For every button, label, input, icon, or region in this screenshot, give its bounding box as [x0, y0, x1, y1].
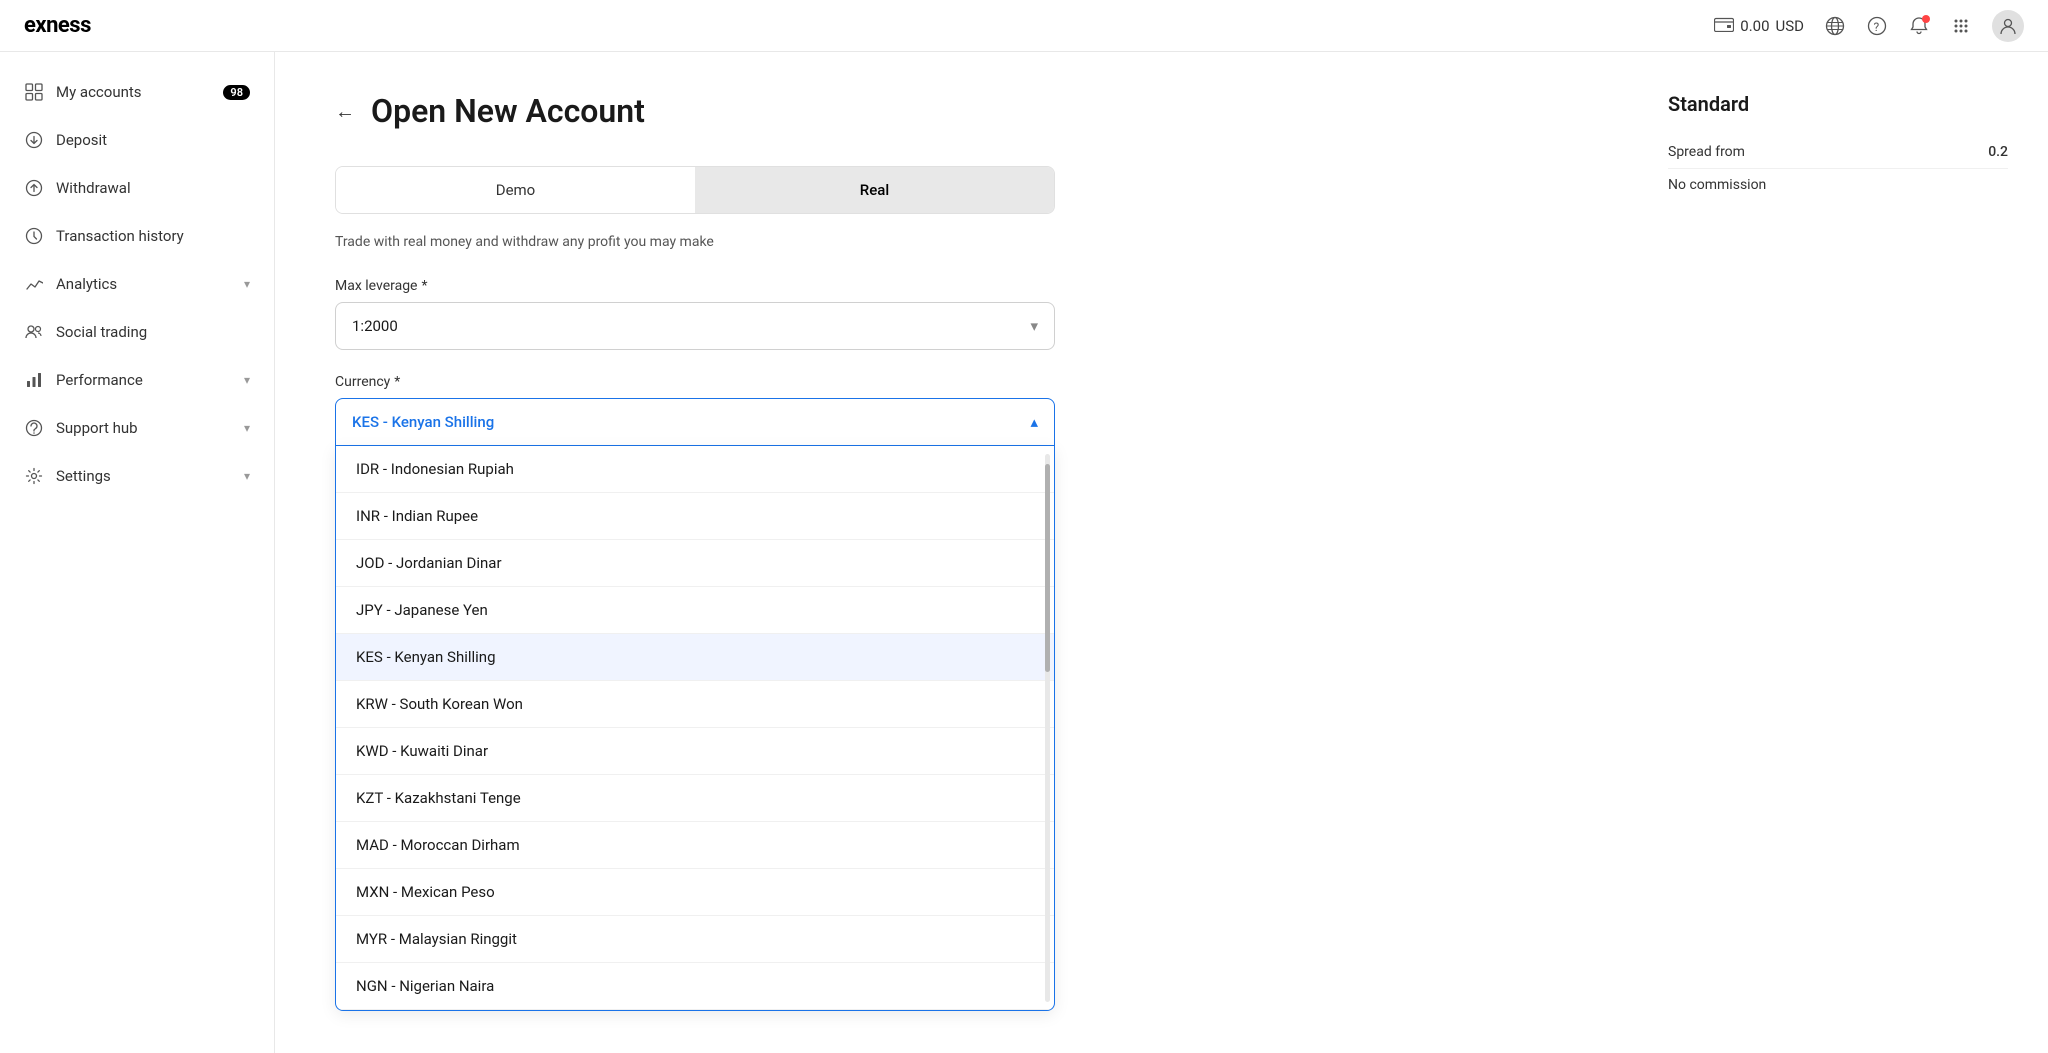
leverage-select[interactable]: 1:2000 ▾ — [335, 302, 1055, 350]
currency-option-KZT[interactable]: KZT - Kazakhstani Tenge — [336, 775, 1054, 822]
currency-option-KES[interactable]: KES - Kenyan Shilling — [336, 634, 1054, 681]
deposit-icon — [24, 130, 44, 150]
panel-row-spread: Spread from 0.2 — [1668, 136, 2008, 169]
sidebar-item-settings[interactable]: Settings ▾ — [0, 452, 274, 500]
main-content: ← Open New Account Demo Real Trade with … — [275, 52, 1628, 1053]
deposit-label: Deposit — [56, 131, 250, 149]
performance-icon — [24, 370, 44, 390]
logo: exness — [24, 13, 91, 38]
sidebar-item-support-hub[interactable]: Support hub ▾ — [0, 404, 274, 452]
analytics-chevron-icon: ▾ — [244, 277, 250, 291]
currency-group: Currency * KES - Kenyan Shilling ▴ IDR -… — [335, 374, 1055, 1011]
leverage-label: Max leverage * — [335, 278, 1055, 294]
leverage-chevron-icon: ▾ — [1030, 317, 1038, 335]
notification-icon[interactable] — [1908, 15, 1930, 37]
panel-row-commission: No commission — [1668, 169, 2008, 201]
currency-dropdown: IDR - Indonesian Rupiah INR - Indian Rup… — [335, 446, 1055, 1011]
transaction-history-label: Transaction history — [56, 227, 250, 245]
layout: My accounts 98 Deposit Withdrawal Transa… — [0, 52, 2048, 1053]
tab-demo[interactable]: Demo — [336, 167, 695, 213]
performance-label: Performance — [56, 371, 232, 389]
avatar[interactable] — [1992, 10, 2024, 42]
currency-option-INR[interactable]: INR - Indian Rupee — [336, 493, 1054, 540]
balance-currency: USD — [1776, 17, 1804, 35]
settings-chevron-icon: ▾ — [244, 469, 250, 483]
sidebar-item-performance[interactable]: Performance ▾ — [0, 356, 274, 404]
help-icon[interactable]: ? — [1866, 15, 1888, 37]
currency-option-MYR[interactable]: MYR - Malaysian Ringgit — [336, 916, 1054, 963]
currency-option-MAD[interactable]: MAD - Moroccan Dirham — [336, 822, 1054, 869]
balance-amount: 0.00 — [1740, 17, 1769, 35]
currency-option-NGN[interactable]: NGN - Nigerian Naira — [336, 963, 1054, 1010]
support-hub-label: Support hub — [56, 419, 232, 437]
commission-label: No commission — [1668, 177, 1766, 193]
account-type-tabs: Demo Real — [335, 166, 1055, 214]
currency-required: * — [394, 374, 400, 390]
currency-option-MXN[interactable]: MXN - Mexican Peso — [336, 869, 1054, 916]
support-hub-chevron-icon: ▾ — [244, 421, 250, 435]
header: exness 0.00 USD ? — [0, 0, 2048, 52]
withdrawal-label: Withdrawal — [56, 179, 250, 197]
spread-label: Spread from — [1668, 144, 1745, 160]
account-description: Trade with real money and withdraw any p… — [335, 234, 1568, 250]
currency-option-KWD[interactable]: KWD - Kuwaiti Dinar — [336, 728, 1054, 775]
currency-option-JPY[interactable]: JPY - Japanese Yen — [336, 587, 1054, 634]
sidebar: My accounts 98 Deposit Withdrawal Transa… — [0, 52, 275, 1053]
currency-chevron-icon: ▴ — [1030, 413, 1038, 431]
header-balance: 0.00 USD — [1714, 16, 1804, 36]
currency-option-JOD[interactable]: JOD - Jordanian Dinar — [336, 540, 1054, 587]
sidebar-item-analytics[interactable]: Analytics ▾ — [0, 260, 274, 308]
settings-icon — [24, 466, 44, 486]
page-title: Open New Account — [371, 92, 645, 130]
sidebar-item-social-trading[interactable]: Social trading — [0, 308, 274, 356]
wallet-icon — [1714, 16, 1734, 36]
performance-chevron-icon: ▾ — [244, 373, 250, 387]
currency-selected-text: KES - Kenyan Shilling — [352, 413, 494, 431]
accounts-badge: 98 — [223, 85, 250, 100]
sidebar-item-deposit[interactable]: Deposit — [0, 116, 274, 164]
spread-value: 0.2 — [1988, 144, 2008, 160]
sidebar-item-transaction-history[interactable]: Transaction history — [0, 212, 274, 260]
currency-select-wrapper: KES - Kenyan Shilling ▴ IDR - Indonesian… — [335, 398, 1055, 1011]
svg-text:?: ? — [1874, 20, 1880, 34]
social-trading-label: Social trading — [56, 323, 250, 341]
sidebar-item-my-accounts[interactable]: My accounts 98 — [0, 68, 274, 116]
panel-title: Standard — [1668, 92, 2008, 116]
history-icon — [24, 226, 44, 246]
page-header: ← Open New Account — [335, 92, 1568, 130]
social-trading-icon — [24, 322, 44, 342]
support-hub-icon — [24, 418, 44, 438]
currency-label: Currency * — [335, 374, 1055, 390]
leverage-value: 1:2000 — [352, 317, 398, 335]
sidebar-item-withdrawal[interactable]: Withdrawal — [0, 164, 274, 212]
dropdown-scrollthumb — [1045, 464, 1050, 672]
apps-icon[interactable] — [1950, 15, 1972, 37]
header-right: 0.00 USD ? — [1714, 10, 2024, 42]
my-accounts-label: My accounts — [56, 83, 211, 101]
currency-selected[interactable]: KES - Kenyan Shilling ▴ — [335, 398, 1055, 446]
globe-icon[interactable] — [1824, 15, 1846, 37]
withdrawal-icon — [24, 178, 44, 198]
currency-option-IDR[interactable]: IDR - Indonesian Rupiah — [336, 446, 1054, 493]
dropdown-scrolltrack — [1045, 454, 1050, 1002]
currency-option-KRW[interactable]: KRW - South Korean Won — [336, 681, 1054, 728]
notification-dot — [1922, 15, 1930, 23]
tab-real[interactable]: Real — [695, 167, 1054, 213]
analytics-label: Analytics — [56, 275, 232, 293]
back-arrow-icon[interactable]: ← — [335, 99, 355, 124]
grid-icon — [24, 82, 44, 102]
right-panel: Standard Spread from 0.2 No commission — [1628, 52, 2048, 1053]
leverage-required: * — [421, 278, 427, 294]
analytics-icon — [24, 274, 44, 294]
leverage-group: Max leverage * 1:2000 ▾ — [335, 278, 1055, 350]
settings-label: Settings — [56, 467, 232, 485]
